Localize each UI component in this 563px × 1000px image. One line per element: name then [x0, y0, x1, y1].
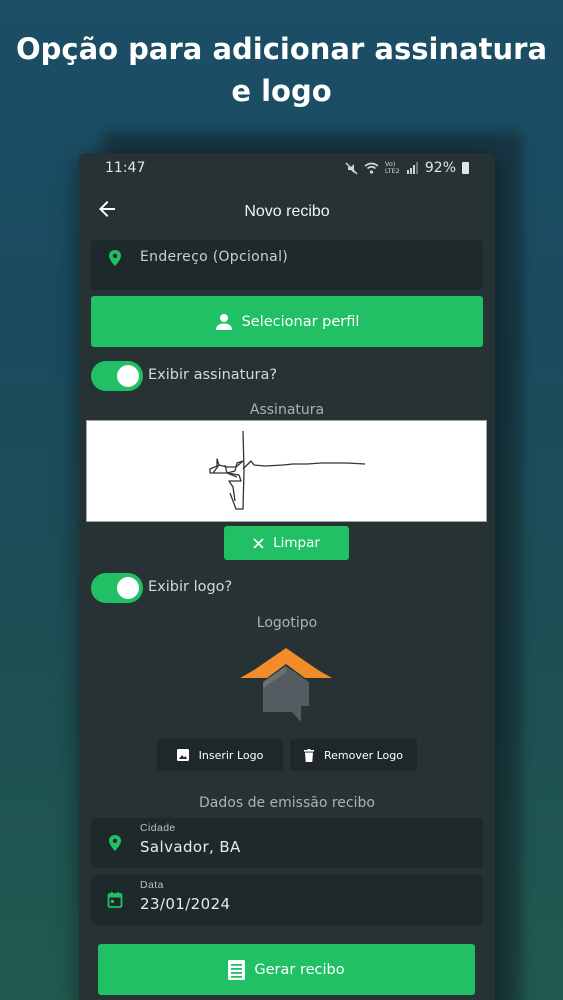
signal-icon — [406, 162, 418, 174]
address-field[interactable]: Endereço (Opcional) — [91, 240, 483, 290]
show-signature-toggle[interactable] — [91, 361, 143, 391]
remove-logo-button[interactable]: Remover Logo — [290, 739, 417, 771]
location-pin-icon — [109, 835, 121, 851]
date-label: Data — [140, 879, 164, 891]
status-icons: Vo) LTE2 92% — [345, 160, 469, 176]
select-profile-button[interactable]: Selecionar perfil — [91, 296, 483, 347]
status-time: 11:47 — [105, 160, 146, 176]
emission-section-title: Dados de emissão recibo — [199, 795, 375, 811]
document-icon — [228, 959, 246, 980]
toggle-knob — [117, 365, 139, 387]
show-logo-label: Exibir logo? — [148, 579, 233, 595]
generate-receipt-button[interactable]: Gerar recibo — [98, 944, 475, 995]
clear-signature-button[interactable]: Limpar — [224, 526, 349, 560]
insert-logo-label: Inserir Logo — [198, 748, 264, 762]
clear-label: Limpar — [273, 535, 320, 551]
show-logo-toggle[interactable] — [91, 573, 143, 603]
network-label: Vo) LTE2 — [384, 160, 400, 175]
address-placeholder: Endereço (Opcional) — [140, 249, 289, 265]
battery-percent: 92% — [424, 160, 456, 176]
signature-section-title: Assinatura — [249, 402, 325, 418]
generate-receipt-label: Gerar recibo — [254, 961, 345, 978]
toggle-knob — [117, 577, 139, 599]
mute-icon — [345, 161, 358, 175]
date-value: 23/01/2024 — [140, 895, 231, 913]
remove-logo-label: Remover Logo — [323, 748, 404, 762]
city-field[interactable]: Cidade Salvador, BA — [91, 818, 483, 868]
phone-screen: 11:47 Vo) LTE2 92% Novo recibo Endereço … — [79, 153, 495, 1000]
close-icon — [253, 537, 264, 549]
image-icon — [176, 749, 189, 761]
logo-section-title: Logotipo — [256, 615, 318, 631]
calendar-icon — [107, 892, 123, 908]
city-label: Cidade — [140, 822, 176, 834]
app-bar: Novo recibo — [79, 191, 495, 231]
city-value: Salvador, BA — [140, 838, 241, 856]
page-title: Novo recibo — [244, 203, 330, 220]
show-signature-label: Exibir assinatura? — [148, 367, 278, 383]
location-pin-icon — [109, 250, 121, 266]
promo-title: Opção para adicionar assinatura e logo — [15, 32, 548, 108]
wifi-icon — [364, 162, 379, 174]
signature-drawing — [209, 430, 366, 510]
signature-pad[interactable] — [86, 420, 487, 522]
date-field[interactable]: Data 23/01/2024 — [91, 875, 483, 925]
status-bar: 11:47 Vo) LTE2 92% — [79, 153, 495, 183]
battery-icon — [462, 162, 469, 174]
trash-icon — [303, 748, 314, 762]
select-profile-label: Selecionar perfil — [241, 313, 360, 330]
logo-image — [240, 648, 332, 722]
person-icon — [215, 313, 232, 330]
insert-logo-button[interactable]: Inserir Logo — [157, 739, 283, 771]
